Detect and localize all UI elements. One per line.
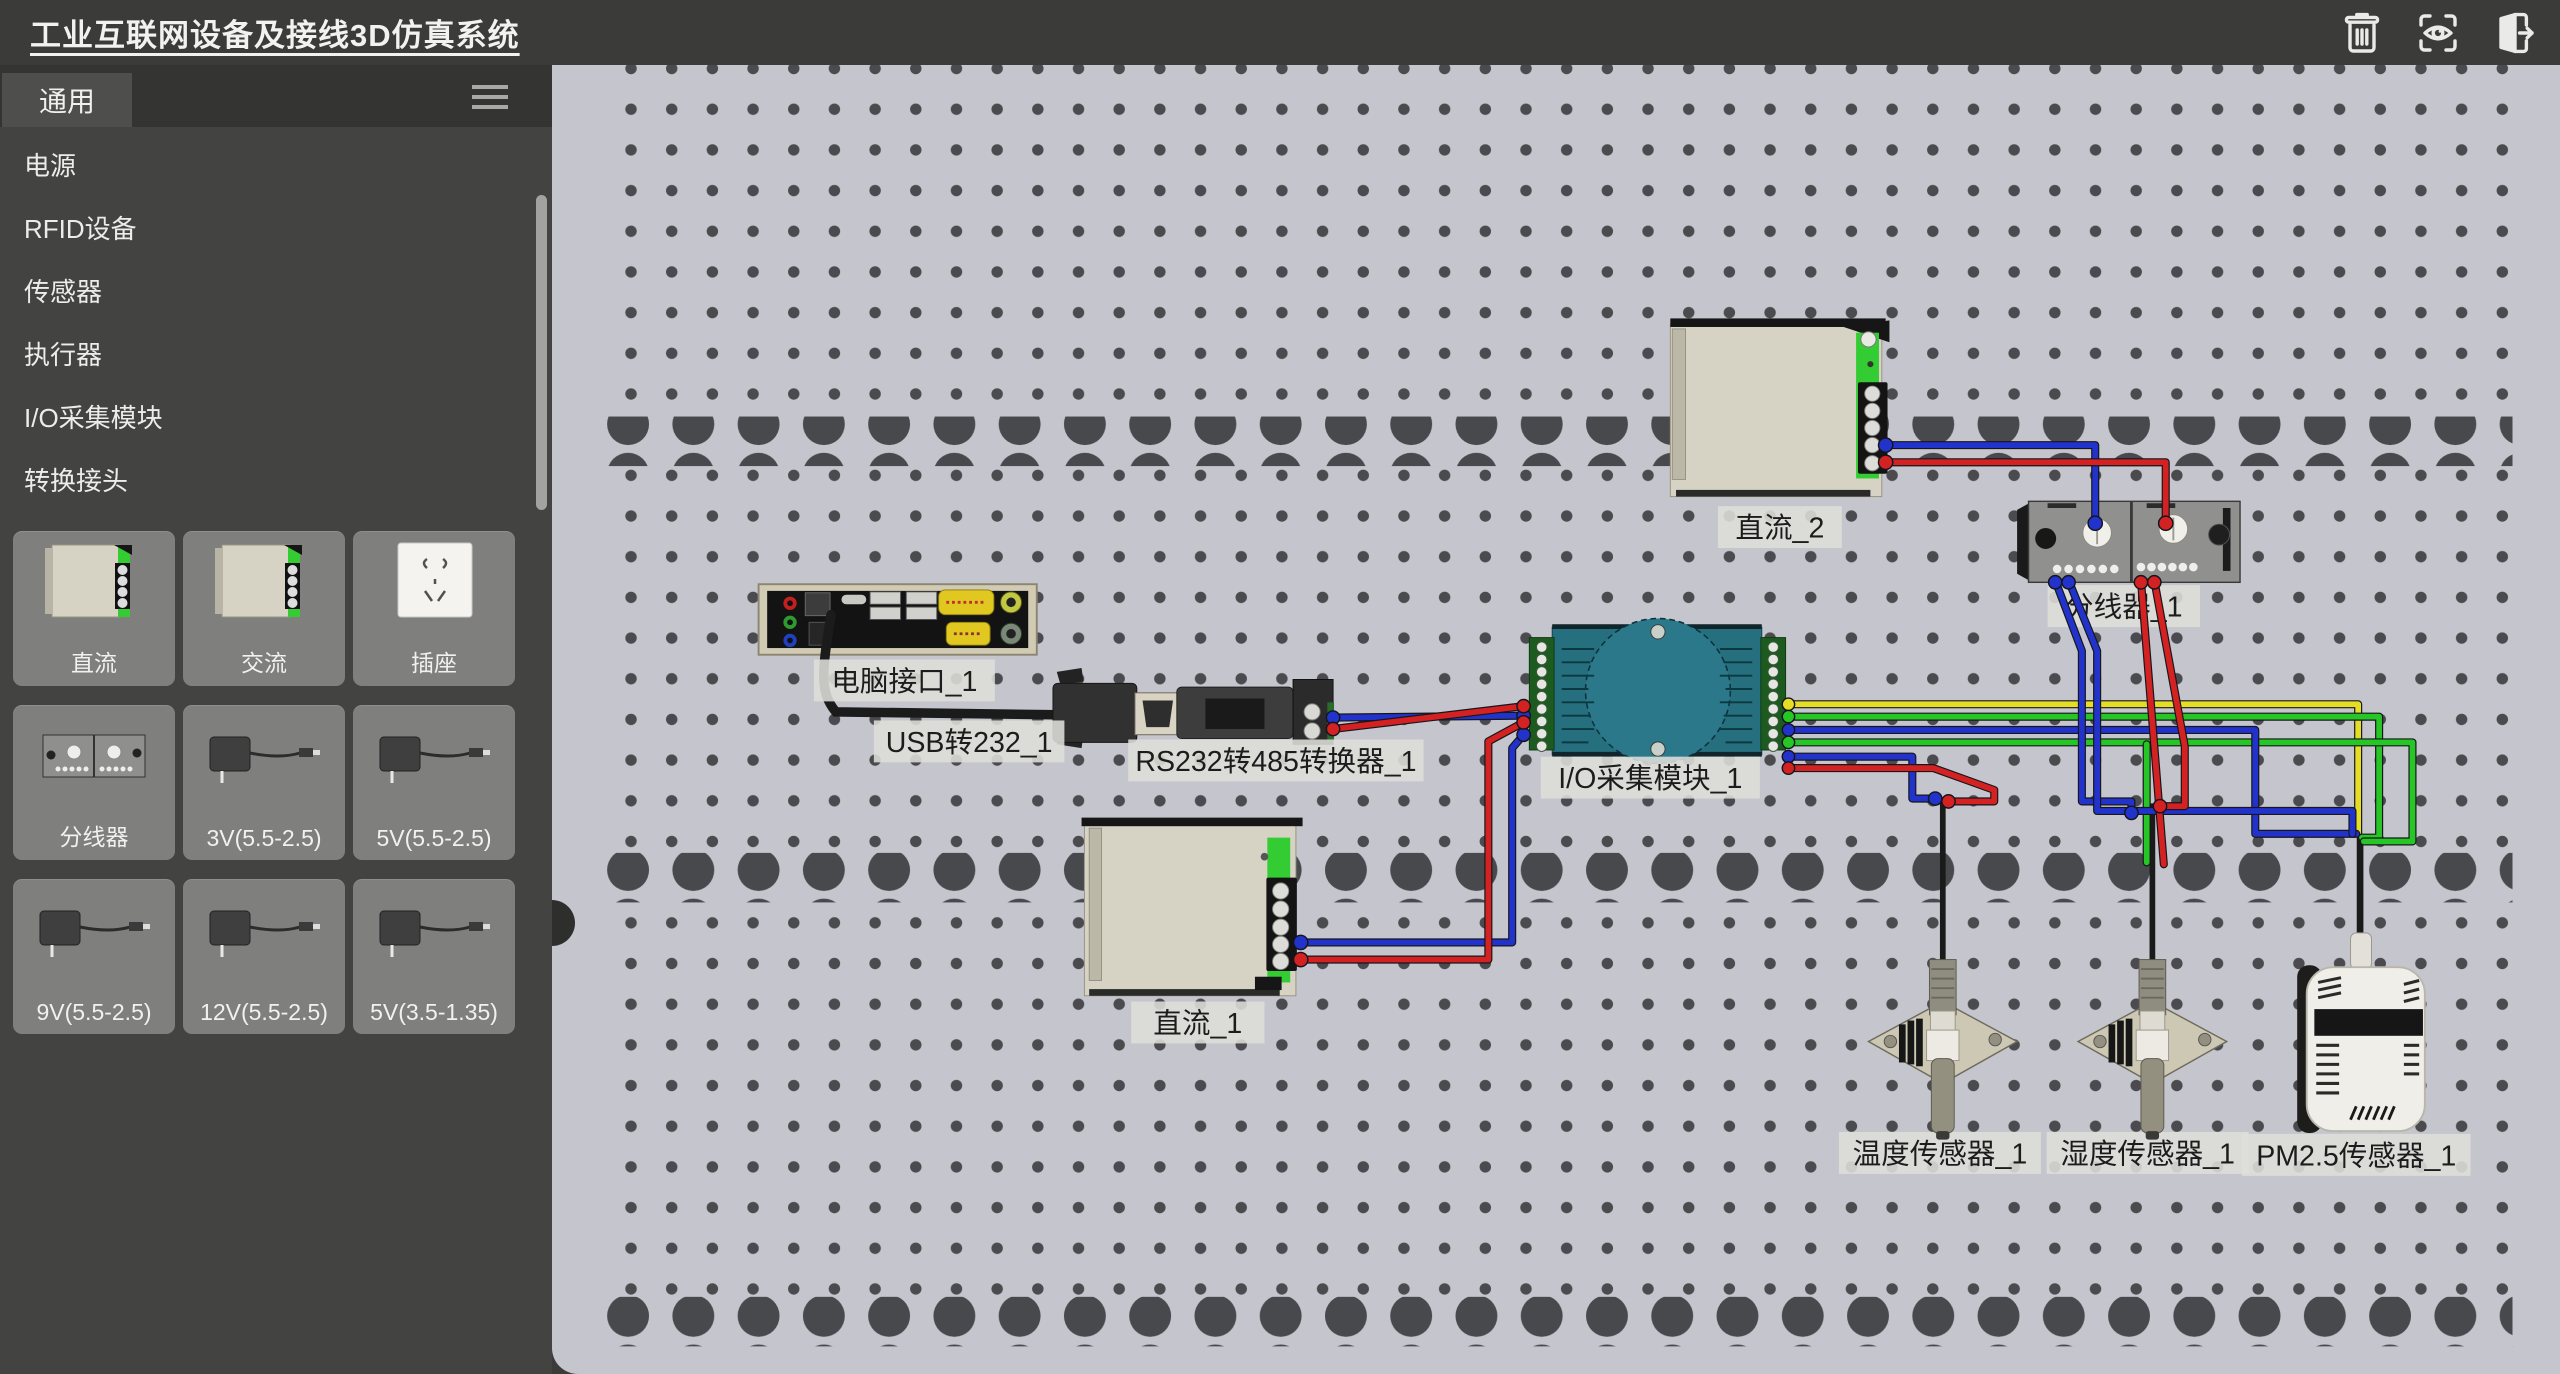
palette-card-label: 直流 <box>13 644 175 678</box>
palette-card-0[interactable]: 直流 <box>13 531 175 686</box>
app-window: { "header": { "title": "工业互联网设备及接线3D仿真系统… <box>0 0 2560 1374</box>
trash-icon[interactable] <box>2338 9 2386 57</box>
toolbar <box>2338 9 2538 57</box>
label-dc1: 直流_1 <box>1153 1008 1242 1040</box>
device-dc2[interactable] <box>1670 318 1889 496</box>
sidebar-item-2[interactable]: 传感器 <box>0 261 530 324</box>
dc-thumbnail-icon <box>30 537 158 638</box>
sidebar-item-4[interactable]: I/O采集模块 <box>0 387 530 450</box>
view-focus-icon[interactable] <box>2414 9 2462 57</box>
palette-card-8[interactable]: 5V(3.5-1.35) <box>353 879 515 1034</box>
adapter-thumbnail-icon <box>30 885 158 986</box>
palette-card-label: 分线器 <box>13 818 175 852</box>
label-pc1: 电脑接口_1 <box>831 666 977 698</box>
splitter-thumbnail-icon <box>30 711 158 812</box>
sidebar-item-5[interactable]: 转换接头 <box>0 450 530 513</box>
sidebar-tab-strip: 通用 <box>0 65 552 127</box>
label-dc2: 直流_2 <box>1735 513 1824 545</box>
palette-card-label: 插座 <box>353 644 515 678</box>
palette-card-label: 交流 <box>183 644 345 678</box>
label-humidity: 湿度传感器_1 <box>2060 1138 2235 1170</box>
device-io-module[interactable] <box>1529 619 1785 764</box>
socket-thumbnail-icon <box>370 537 498 638</box>
sidebar-item-0[interactable]: 电源 <box>0 135 530 198</box>
pegboard: 直流_2 分线器_1 电脑接口_1 USB转232_1 RS232转485转换器… <box>552 65 2560 1374</box>
palette-card-4[interactable]: 3V(5.5-2.5) <box>183 705 345 860</box>
adapter-thumbnail-icon <box>200 711 328 812</box>
palette-card-7[interactable]: 12V(5.5-2.5) <box>183 879 345 1034</box>
adapter-thumbnail-icon <box>370 711 498 812</box>
palette-card-3[interactable]: 分线器 <box>13 705 175 860</box>
palette-card-6[interactable]: 9V(5.5-2.5) <box>13 879 175 1034</box>
palette-card-label: 9V(5.5-2.5) <box>13 999 175 1026</box>
sidebar-item-3[interactable]: 执行器 <box>0 324 530 387</box>
sidebar-scrollbar[interactable] <box>536 195 547 510</box>
device-splitter1[interactable] <box>2017 501 2240 582</box>
palette-card-2[interactable]: 插座 <box>353 531 515 686</box>
palette-card-label: 12V(5.5-2.5) <box>183 999 345 1026</box>
hamburger-menu-icon[interactable] <box>472 85 508 111</box>
palette-card-label: 5V(3.5-1.35) <box>353 999 515 1026</box>
exit-icon[interactable] <box>2490 9 2538 57</box>
simulation-canvas[interactable]: 直流_2 分线器_1 电脑接口_1 USB转232_1 RS232转485转换器… <box>552 65 2560 1374</box>
label-io-module: I/O采集模块_1 <box>1558 763 1742 795</box>
palette-card-label: 5V(5.5-2.5) <box>353 825 515 852</box>
top-bar: 工业互联网设备及接线3D仿真系统 <box>0 0 2560 65</box>
device-pc-panel[interactable] <box>759 584 1037 654</box>
tab-common[interactable]: 通用 <box>2 73 132 127</box>
adapter-thumbnail-icon <box>200 885 328 986</box>
sidebar-menu: 电源RFID设备传感器执行器I/O采集模块转换接头 <box>0 135 530 513</box>
device-dc1[interactable] <box>1082 818 1303 996</box>
palette-card-label: 3V(5.5-2.5) <box>183 825 345 852</box>
dc-thumbnail-icon <box>200 537 328 638</box>
label-usb232: USB转232_1 <box>886 727 1053 759</box>
label-pm25: PM2.5传感器_1 <box>2256 1140 2456 1172</box>
sidebar: 通用 电源RFID设备传感器执行器I/O采集模块转换接头 直流交流插座分线器 3V… <box>0 65 552 1374</box>
app-title: 工业互联网设备及接线3D仿真系统 <box>30 10 520 55</box>
label-rs232-485: RS232转485转换器_1 <box>1135 746 1416 778</box>
device-palette: 直流交流插座分线器 3V(5.5-2.5) 5V(5.5-2.5) 9V(5.5-2.… <box>13 531 515 1034</box>
palette-card-1[interactable]: 交流 <box>183 531 345 686</box>
palette-card-5[interactable]: 5V(5.5-2.5) <box>353 705 515 860</box>
label-temp: 温度传感器_1 <box>1853 1138 2028 1170</box>
sidebar-item-1[interactable]: RFID设备 <box>0 198 530 261</box>
adapter-thumbnail-icon <box>370 885 498 986</box>
